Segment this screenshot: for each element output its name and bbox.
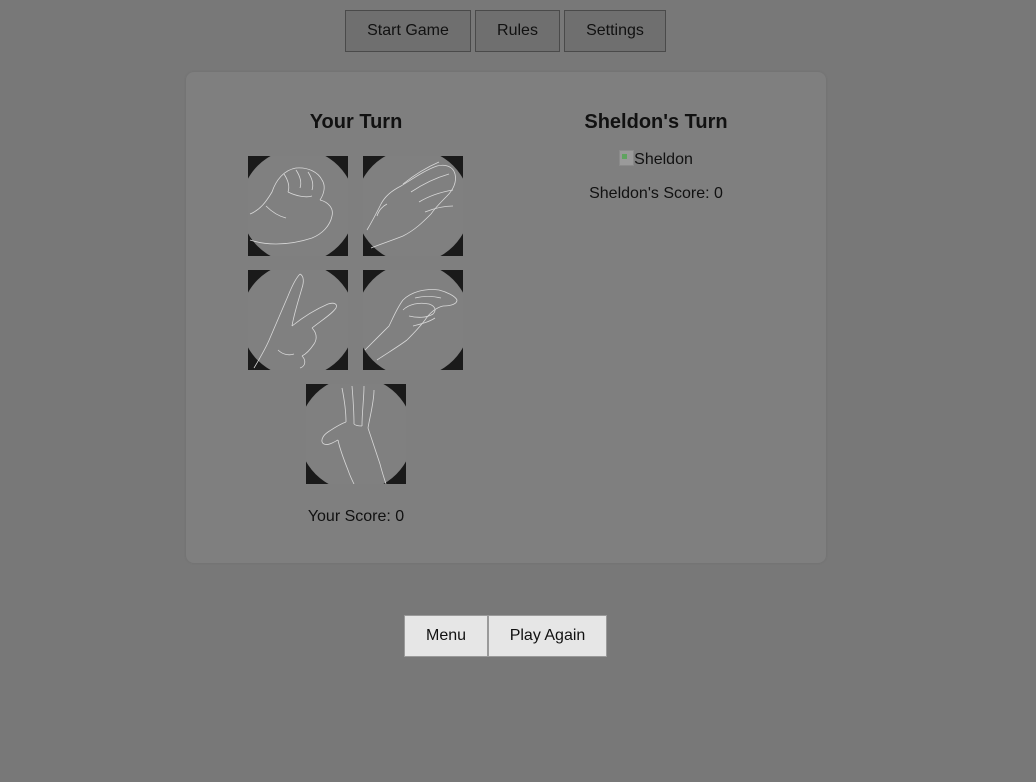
choice-rock[interactable]: [248, 156, 348, 256]
paper-hand-icon: [363, 156, 463, 256]
game-panel: Your Turn Your Score: 0 Sheldon's Turn S…: [186, 72, 826, 563]
sheldon-image-alt: Sheldon: [634, 151, 693, 168]
player-turn-title: Your Turn: [309, 111, 403, 133]
sheldon-image: Sheldon: [506, 150, 806, 170]
choice-paper[interactable]: [363, 156, 463, 256]
broken-image-icon: [619, 150, 635, 166]
play-again-button[interactable]: Play Again: [488, 615, 607, 657]
rock-hand-icon: [248, 156, 348, 256]
choice-grid: [248, 156, 464, 484]
scissors-hand-icon: [248, 270, 348, 370]
choice-lizard[interactable]: [363, 270, 463, 370]
start-game-button[interactable]: Start Game: [345, 10, 471, 52]
lizard-hand-icon: [363, 270, 463, 370]
player-score: Your Score: 0: [307, 508, 405, 525]
settings-button[interactable]: Settings: [564, 10, 666, 52]
opponent-score: Sheldon's Score: 0: [589, 185, 723, 202]
top-nav: Start Game Rules Settings: [345, 10, 666, 52]
spock-hand-icon: [306, 384, 406, 484]
choice-scissors[interactable]: [248, 270, 348, 370]
choice-spock[interactable]: [306, 384, 406, 484]
rules-button[interactable]: Rules: [475, 10, 560, 52]
opponent-turn-title: Sheldon's Turn: [584, 111, 728, 133]
bottom-buttons: Menu Play Again: [404, 615, 607, 657]
menu-button[interactable]: Menu: [404, 615, 488, 657]
